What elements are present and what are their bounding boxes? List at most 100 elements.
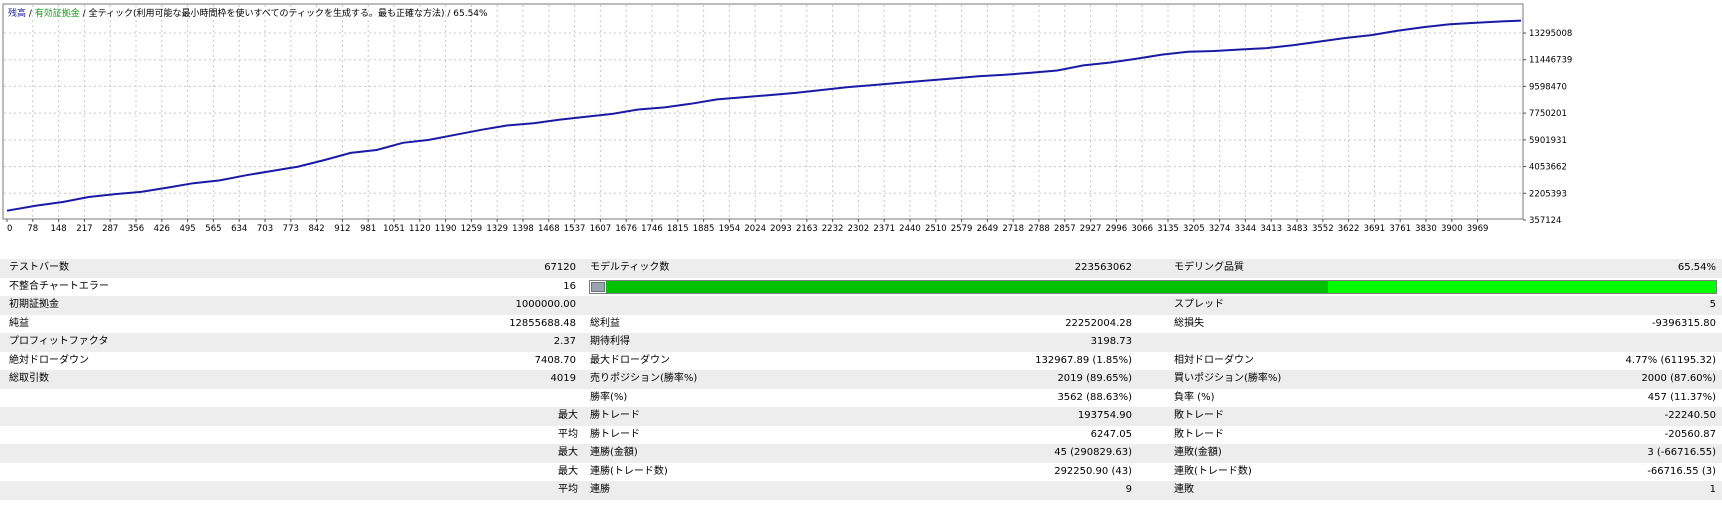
table-row: 平均 連勝 9 連敗 1: [0, 481, 1722, 500]
consec-win-label: 連勝: [590, 484, 610, 495]
quality-bar-dark-segment: [606, 280, 1328, 293]
x-tick-label: 2788: [1028, 224, 1050, 234]
largest-win-label: 勝トレード: [590, 410, 640, 421]
consec-loss-count-label: 連敗(トレード数): [1174, 465, 1252, 477]
test-bars-label: テストバー数: [9, 262, 69, 273]
y-tick-label: 5901931: [1529, 136, 1567, 146]
win-rate-label: 勝率(%): [590, 391, 628, 403]
report-table: テストバー数 67120 モデルティック数 223563062 モデリング品質 …: [0, 259, 1722, 500]
x-tick-label: 565: [205, 224, 221, 234]
table-row: 最大 勝トレード 193754.90 敗トレード -22240.50: [0, 407, 1722, 426]
max-label: 最大: [558, 410, 578, 421]
y-tick-label: 357124: [1529, 216, 1561, 226]
long-positions-label: 買いポジション(勝率%): [1174, 373, 1282, 384]
max-drawdown-value: 132967.89 (1.85%): [1035, 354, 1132, 366]
rel-drawdown-value: 4.77% (61195.32): [1625, 354, 1716, 366]
profit-factor-value: 2.37: [553, 336, 576, 347]
equity-chart: 0 78 148 217 287 356 426 495 565 634 703 773 842 912 9…: [0, 0, 1722, 258]
x-tick-label: 2996: [1106, 224, 1128, 234]
y-tick-label: 13295008: [1529, 29, 1572, 39]
consec-win-count-label: 連勝(トレード数): [590, 465, 668, 477]
avg-win-value: 6247.05: [1090, 428, 1132, 440]
x-tick-label: 217: [76, 224, 92, 234]
gross-profit-label: 総利益: [590, 317, 620, 329]
x-tick-label: 842: [308, 224, 324, 234]
abs-drawdown-label: 絶対ドローダウン: [9, 354, 89, 366]
table-row: 総取引数 4019 売りポジション(勝率%) 2019 (89.65%) 買いポ…: [0, 370, 1722, 389]
x-tick-label: 2927: [1080, 224, 1102, 234]
avg-label: 平均: [558, 428, 578, 440]
avg-win-label: 勝トレード: [590, 428, 640, 440]
x-tick-label: 2510: [925, 224, 947, 234]
gross-profit-value: 22252004.28: [1065, 317, 1132, 329]
spread-value: 5: [1709, 299, 1716, 310]
y-tick-label: 2205393: [1529, 189, 1567, 199]
win-rate-value: 3562 (88.63%): [1057, 391, 1132, 403]
x-tick-label: 1954: [719, 224, 741, 234]
avg-label: 平均: [558, 484, 578, 495]
mismatch-label: 不整合チャートエラー: [9, 280, 109, 292]
x-tick-label: 2163: [796, 224, 818, 234]
consec-win-value: 9: [1125, 484, 1132, 495]
largest-win-value: 193754.90: [1077, 410, 1132, 421]
net-profit-label: 純益: [9, 317, 29, 329]
table-row: テストバー数 67120 モデルティック数 223563062 モデリング品質 …: [0, 259, 1722, 278]
x-tick-label: 3622: [1338, 224, 1360, 234]
consec-loss-value: 1: [1709, 484, 1716, 495]
x-tick-label: 1051: [383, 224, 405, 234]
x-tick-label: 773: [283, 224, 299, 234]
x-tick-label: 2302: [848, 224, 870, 234]
model-quality-value: 65.54%: [1677, 262, 1716, 273]
mismatch-value: 16: [563, 280, 576, 292]
consec-win-amount-label: 連勝(金額): [590, 447, 638, 458]
consec-loss-amount-label: 連敗(金額): [1174, 447, 1222, 458]
x-tick-label: 1398: [512, 224, 534, 234]
x-tick-label: 78: [27, 224, 38, 234]
consec-loss-amount-value: 3 (-66716.55): [1647, 447, 1716, 458]
x-tick-label: 3552: [1312, 224, 1334, 234]
x-tick-label: 2232: [822, 224, 844, 234]
x-tick-label: 1259: [461, 224, 483, 234]
y-tick-label: 7750201: [1529, 109, 1567, 119]
x-tick-label: 703: [257, 224, 273, 234]
x-tick-label: 495: [179, 224, 195, 234]
x-tick-label: 981: [360, 224, 376, 234]
initial-deposit-value: 1000000.00: [515, 299, 576, 310]
x-tick-label: 3761: [1389, 224, 1411, 234]
expected-payoff-label: 期待利得: [590, 336, 630, 347]
chart-svg: 0 78 148 217 287 356 426 495 565 634 703 773 842 912 9…: [2, 3, 1572, 234]
x-tick-label: 148: [50, 224, 66, 234]
legend-sep: /: [26, 9, 35, 19]
largest-loss-value: -22240.50: [1664, 410, 1716, 421]
long-positions-value: 2000 (87.60%): [1641, 373, 1716, 384]
legend-info: / 全ティック(利用可能な最小時間枠を使いすべてのティックを生成する。最も正確な…: [79, 9, 488, 19]
x-tick-label: 1329: [486, 224, 508, 234]
avg-loss-label: 敗トレード: [1174, 428, 1224, 440]
y-tick-label: 9598470: [1529, 82, 1567, 92]
table-row: 勝率(%) 3562 (88.63%) 負率 (%) 457 (11.37%): [0, 388, 1722, 407]
consec-loss-label: 連敗: [1174, 484, 1194, 495]
x-tick-label: 2440: [899, 224, 921, 234]
x-tick-label: 2579: [951, 224, 973, 234]
table-row: 純益 12855688.48 総利益 22252004.28 総損失 -9396…: [0, 314, 1722, 333]
gross-loss-label: 総損失: [1174, 317, 1204, 329]
x-tick-label: 426: [154, 224, 170, 234]
table-row: 不整合チャートエラー 16: [0, 277, 1722, 296]
x-tick-label: 1190: [435, 224, 457, 234]
x-tick-label: 1537: [564, 224, 586, 234]
x-tick-label: 3274: [1209, 224, 1231, 234]
table-row: 初期証拠金 1000000.00 スプレッド 5: [0, 296, 1722, 315]
max-drawdown-label: 最大ドローダウン: [590, 354, 670, 366]
x-tick-label: 2024: [744, 224, 766, 234]
loss-rate-label: 負率 (%): [1174, 391, 1215, 403]
x-tick-label: 3830: [1415, 224, 1437, 234]
x-tick-label: 2093: [770, 224, 792, 234]
x-tick-label: 3969: [1467, 224, 1489, 234]
modeling-quality-bar: [589, 279, 1717, 294]
model-ticks-label: モデルティック数: [590, 262, 670, 273]
initial-deposit-label: 初期証拠金: [9, 299, 59, 310]
test-bars-value: 67120: [544, 262, 576, 273]
x-tick-label: 0: [7, 224, 12, 234]
consec-win-amount-value: 45 (290829.63): [1054, 447, 1132, 458]
x-tick-label: 2857: [1054, 224, 1076, 234]
